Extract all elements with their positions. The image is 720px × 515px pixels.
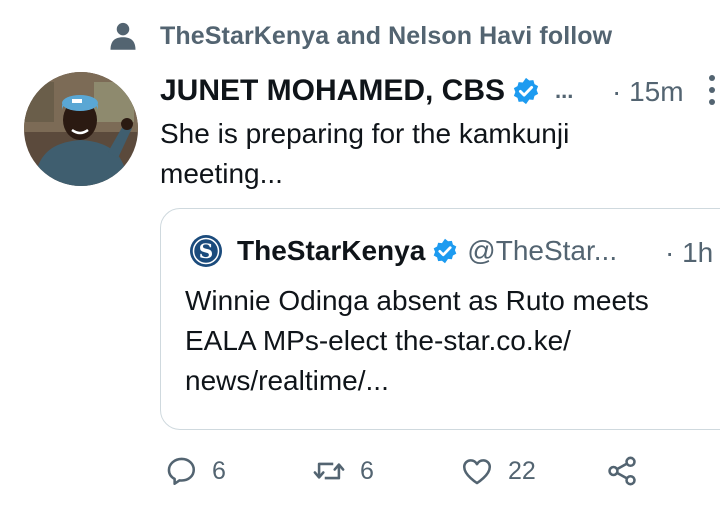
author-name[interactable]: JUNET MOHAMED, CBS: [160, 74, 505, 108]
quoted-author-handle: @TheStar...: [467, 235, 618, 266]
reply-icon: [167, 457, 196, 486]
more-options-icon[interactable]: [705, 72, 719, 108]
reply-button[interactable]: 6: [164, 446, 226, 496]
quoted-tweet-card[interactable]: S TheStarKenya @TheStar... · 1h Winnie O…: [160, 208, 720, 430]
tweet-timestamp[interactable]: · 15m: [612, 76, 684, 108]
handle-truncation: ...: [555, 78, 574, 103]
avatar-image: [24, 72, 138, 186]
author-avatar[interactable]: [24, 72, 138, 186]
share-button[interactable]: [605, 446, 639, 496]
retweet-icon: [313, 462, 345, 480]
like-count: 22: [508, 456, 536, 485]
share-icon: [608, 456, 636, 486]
like-icon: [462, 459, 492, 485]
retweet-count: 6: [360, 456, 374, 485]
reply-count: 6: [212, 456, 226, 485]
person-icon: [110, 22, 136, 50]
social-context[interactable]: TheStarKenya and Nelson Havi follow: [108, 18, 612, 54]
quoted-tweet-text: Winnie Odinga absent as Ruto meets EALA …: [185, 285, 649, 396]
tweet-text: She is preparing for the kamkunji meetin…: [160, 118, 570, 189]
verified-badge-icon: [433, 238, 457, 264]
svg-text:S: S: [199, 239, 213, 263]
tweet-action-bar: 6 6 22: [0, 446, 720, 496]
social-context-text: TheStarKenya and Nelson Havi follow: [160, 21, 613, 50]
tweet-header: JUNET MOHAMED, CBS ...: [160, 70, 573, 112]
like-button[interactable]: 22: [460, 446, 536, 496]
quoted-tweet-header: S TheStarKenya @TheStar...: [189, 231, 617, 271]
thestar-logo-icon: S: [190, 235, 222, 267]
quoted-tweet-timestamp: · 1h: [665, 237, 714, 268]
quoted-author-name: TheStarKenya: [237, 235, 426, 266]
verified-badge-icon: [513, 77, 539, 105]
retweet-button[interactable]: 6: [312, 446, 374, 496]
